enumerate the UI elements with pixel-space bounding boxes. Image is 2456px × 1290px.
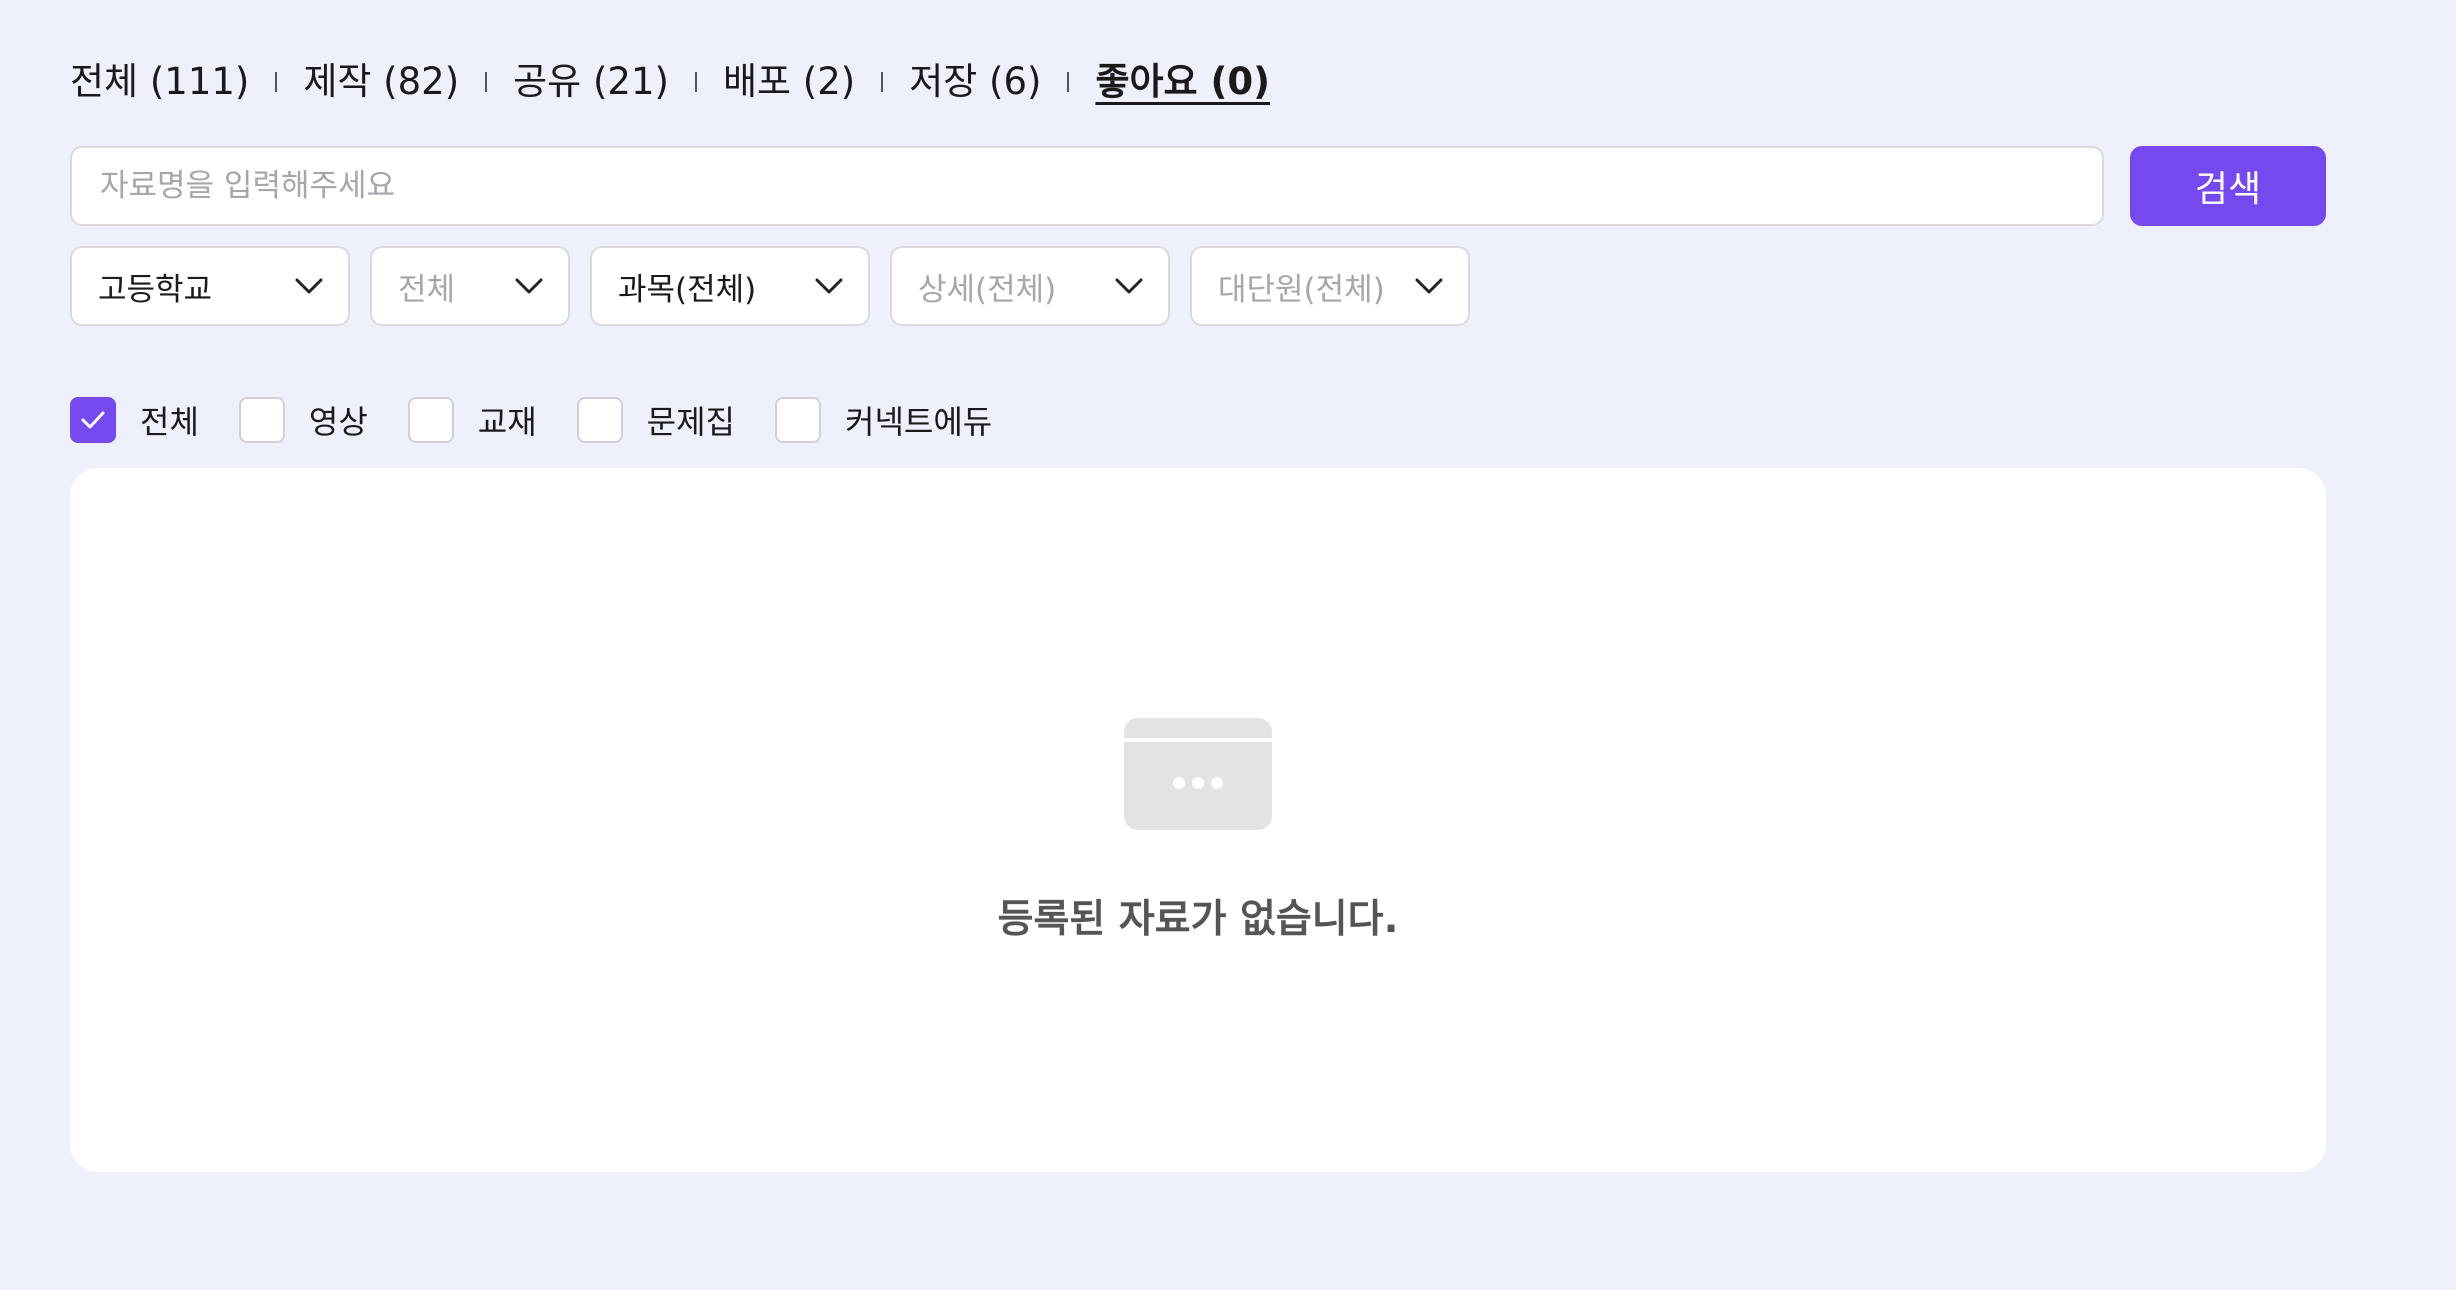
tab-saved[interactable]: 저장 (6) <box>909 56 1041 108</box>
tab-divider <box>485 72 488 92</box>
checkbox[interactable] <box>70 397 116 443</box>
checkbox-label: 교재 <box>477 403 537 441</box>
tab-divider <box>1067 72 1070 92</box>
chevron-down-icon <box>1112 269 1146 303</box>
empty-window-icon <box>1124 718 1272 830</box>
tab-all[interactable]: 전체 (111) <box>70 56 249 108</box>
chevron-down-icon <box>512 269 546 303</box>
tab-shared[interactable]: 공유 (21) <box>513 56 669 108</box>
chevron-down-icon <box>812 269 846 303</box>
checkbox[interactable] <box>407 397 454 443</box>
checkbox-all[interactable]: 전체 <box>70 397 199 443</box>
checkbox-connectedu[interactable]: 커넥트에듀 <box>775 397 992 443</box>
grade-select[interactable]: 전체 <box>370 246 570 326</box>
subject-select[interactable]: 과목(전체) <box>590 246 870 326</box>
checkbox-textbook[interactable]: 교재 <box>407 397 537 443</box>
chevron-down-icon <box>292 269 326 303</box>
tab-created[interactable]: 제작 (82) <box>303 56 459 108</box>
detail-select[interactable]: 상세(전체) <box>890 246 1170 326</box>
unit-select[interactable]: 대단원(전체) <box>1190 246 1470 326</box>
checkbox-label: 영상 <box>308 403 368 441</box>
search-input[interactable] <box>70 146 2104 226</box>
tab-liked[interactable]: 좋아요 (0) <box>1095 56 1270 108</box>
search-bar: 검색 <box>70 146 2326 226</box>
checkbox[interactable] <box>238 397 285 443</box>
tab-divider <box>275 72 278 92</box>
checkbox[interactable] <box>775 397 821 443</box>
checkbox-label: 문제집 <box>646 403 735 441</box>
select-value: 과목(전체) <box>618 271 757 308</box>
filter-tabs: 전체 (111) 제작 (82) 공유 (21) 배포 (2) 저장 (6) 좋… <box>70 56 1270 108</box>
checkbox-label: 커넥트에듀 <box>845 403 993 441</box>
type-checkboxes: 전체 영상 교재 문제집 커넥트에듀 <box>70 395 1032 445</box>
checkbox-label: 전체 <box>140 403 199 441</box>
checkbox[interactable] <box>576 397 623 443</box>
school-level-select[interactable]: 고등학교 <box>70 246 350 326</box>
checkbox-workbook[interactable]: 문제집 <box>576 397 735 443</box>
checkbox-video[interactable]: 영상 <box>238 397 368 443</box>
chevron-down-icon <box>1412 269 1446 303</box>
tab-distributed[interactable]: 배포 (2) <box>723 56 855 108</box>
empty-state-message: 등록된 자료가 없습니다. <box>997 897 1399 942</box>
tab-divider <box>694 72 697 92</box>
tab-divider <box>881 72 884 92</box>
check-icon <box>81 411 105 429</box>
select-value: 상세(전체) <box>918 271 1057 308</box>
search-button[interactable]: 검색 <box>2130 146 2326 226</box>
select-value: 대단원(전체) <box>1218 271 1385 308</box>
results-panel: 등록된 자료가 없습니다. <box>70 468 2326 1172</box>
select-value: 전체 <box>398 271 456 308</box>
select-value: 고등학교 <box>98 271 213 308</box>
